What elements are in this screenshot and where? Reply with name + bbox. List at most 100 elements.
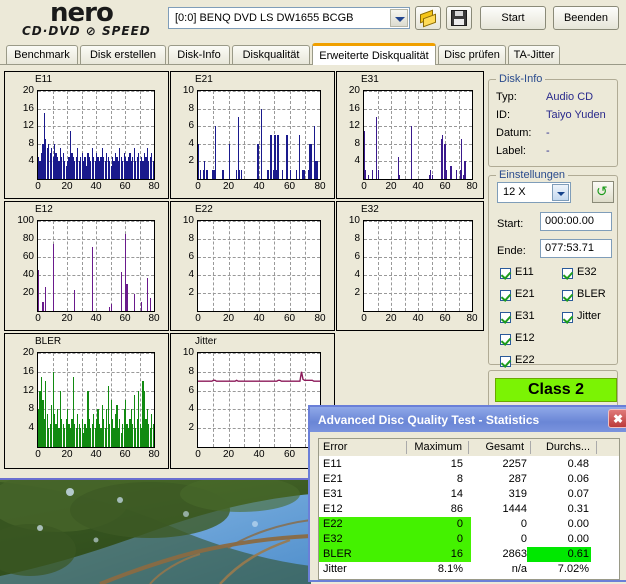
checkbox-jitter-label: Jitter [577, 310, 601, 322]
data-series [364, 91, 472, 179]
y-axis-tick: 100 [13, 215, 34, 226]
chart-panel-e22: E22246810020406080 [170, 201, 335, 331]
disk-info-datum-value: - [546, 127, 550, 139]
drive-select[interactable]: [0:0] BENQ DVD LS DW1655 BCGB [168, 7, 410, 29]
start-time-value: 000:00.00 [545, 215, 594, 227]
table-row[interactable]: Jitter8.1%n/a7.02% [319, 562, 619, 577]
table-row[interactable]: BLER1628630.61 [319, 547, 619, 562]
table-row[interactable]: E31143190.07 [319, 487, 619, 502]
speed-select-value: 12 X [503, 186, 526, 198]
cell-maximum: 14 [407, 488, 463, 500]
tab-ta-jitter[interactable]: TA-Jitter [508, 45, 560, 64]
tab-disk-erstellen[interactable]: Disk erstellen [80, 45, 166, 64]
cell-maximum: 16 [407, 548, 463, 560]
x-axis-tick: 80 [462, 181, 482, 192]
cell-error: Jitter [323, 563, 347, 575]
disk-info-typ-label: Typ: [496, 91, 517, 103]
chart-title: E12 [35, 204, 53, 215]
cell-durchschnitt: 0.00 [533, 518, 589, 530]
end-time-field[interactable]: 077:53.71 [540, 239, 612, 258]
table-row[interactable]: E22000.00 [319, 517, 619, 532]
stop-button[interactable]: Beenden [553, 6, 619, 30]
close-icon[interactable]: ✖ [608, 409, 626, 428]
plot-area [363, 90, 473, 180]
y-axis-tick: 80 [13, 233, 34, 244]
data-series [364, 221, 472, 311]
plot-area [363, 220, 473, 312]
disk-info-typ-value: Audio CD [546, 91, 593, 103]
checkbox-e21-label: E21 [515, 288, 535, 300]
cell-gesamt: 1444 [471, 503, 527, 515]
check-icon [500, 356, 511, 367]
nero-logo: nero CD·DVD ⊘ SPEED [22, 0, 170, 40]
chevron-down-icon[interactable] [552, 184, 569, 201]
cell-error: E12 [323, 503, 343, 515]
save-button[interactable] [446, 6, 472, 30]
x-axis-tick: 20 [219, 181, 239, 192]
start-time-label: Start: [497, 218, 523, 230]
col-error[interactable]: Error [323, 441, 407, 454]
disc-button[interactable] [415, 6, 441, 30]
checkbox-e31-label: E31 [515, 310, 535, 322]
x-axis-tick: 60 [280, 449, 300, 460]
tab-diskqualitaet[interactable]: Diskqualität [232, 45, 310, 64]
speed-select[interactable]: 12 X [497, 182, 571, 203]
chart-title: Jitter [195, 336, 217, 347]
start-time-field[interactable]: 000:00.00 [540, 212, 612, 231]
x-axis-tick: 0 [188, 181, 208, 192]
cell-error: E31 [323, 488, 343, 500]
cell-maximum: 15 [407, 458, 463, 470]
cell-gesamt: 0 [471, 533, 527, 545]
plot-area [197, 352, 321, 448]
y-axis-tick: 8 [173, 233, 194, 244]
y-axis-tick: 16 [13, 366, 34, 377]
x-axis-tick: 0 [28, 313, 48, 324]
checkbox-e12-label: E12 [515, 332, 535, 344]
y-axis-tick: 10 [173, 215, 194, 226]
chevron-down-icon[interactable] [390, 9, 408, 27]
data-series [198, 221, 320, 311]
disk-info-label-label: Label: [496, 145, 526, 157]
plot-area [37, 220, 155, 312]
table-row[interactable]: E2182870.06 [319, 472, 619, 487]
y-axis-tick: 10 [339, 215, 360, 226]
cell-maximum: 8.1% [407, 563, 463, 575]
disk-info-id-value: Taiyo Yuden [546, 109, 606, 121]
y-axis-tick: 2 [173, 287, 194, 298]
checkbox-e32-label: E32 [577, 266, 597, 278]
tab-benchmark[interactable]: Benchmark [6, 45, 78, 64]
y-axis-tick: 20 [13, 287, 34, 298]
y-axis-tick: 12 [13, 120, 34, 131]
table-row[interactable]: E32000.00 [319, 532, 619, 547]
y-axis-tick: 4 [173, 403, 194, 414]
x-axis-tick: 60 [280, 181, 300, 192]
y-axis-tick: 6 [173, 385, 194, 396]
col-durchschnitt[interactable]: Durchs... [533, 441, 597, 454]
tab-erweiterte-diskqualitaet[interactable]: Erweiterte Diskqualität [312, 43, 436, 65]
cell-gesamt: 287 [471, 473, 527, 485]
data-series [38, 353, 154, 447]
disc-icon [420, 11, 436, 25]
y-axis-tick: 8 [173, 103, 194, 114]
y-axis-tick: 6 [339, 251, 360, 262]
tab-disk-info[interactable]: Disk-Info [168, 45, 230, 64]
x-axis-tick: 20 [381, 181, 401, 192]
start-button[interactable]: Start [480, 6, 546, 30]
check-icon [500, 334, 511, 345]
statistics-dialog-title: Advanced Disc Quality Test - Statistics [310, 407, 626, 432]
statistics-table: Error Maximum Gesamt Durchs... E11152257… [318, 438, 620, 580]
tab-disc-pruefen[interactable]: Disc prüfen [438, 45, 506, 64]
chart-panel-bler: BLER48121620020406080 [4, 333, 169, 469]
y-axis-tick: 6 [173, 251, 194, 262]
refresh-button[interactable]: ↺ [592, 181, 614, 203]
table-row[interactable]: E111522570.48 [319, 457, 619, 472]
x-axis-tick: 20 [219, 449, 239, 460]
x-axis-tick: 40 [249, 449, 269, 460]
x-axis-tick: 20 [57, 181, 77, 192]
cell-durchschnitt: 0.61 [533, 548, 589, 560]
col-maximum[interactable]: Maximum [407, 441, 469, 454]
col-gesamt[interactable]: Gesamt [471, 441, 531, 454]
x-axis-tick: 40 [249, 181, 269, 192]
table-row[interactable]: E128614440.31 [319, 502, 619, 517]
status-badge: Class 2 [495, 378, 617, 402]
